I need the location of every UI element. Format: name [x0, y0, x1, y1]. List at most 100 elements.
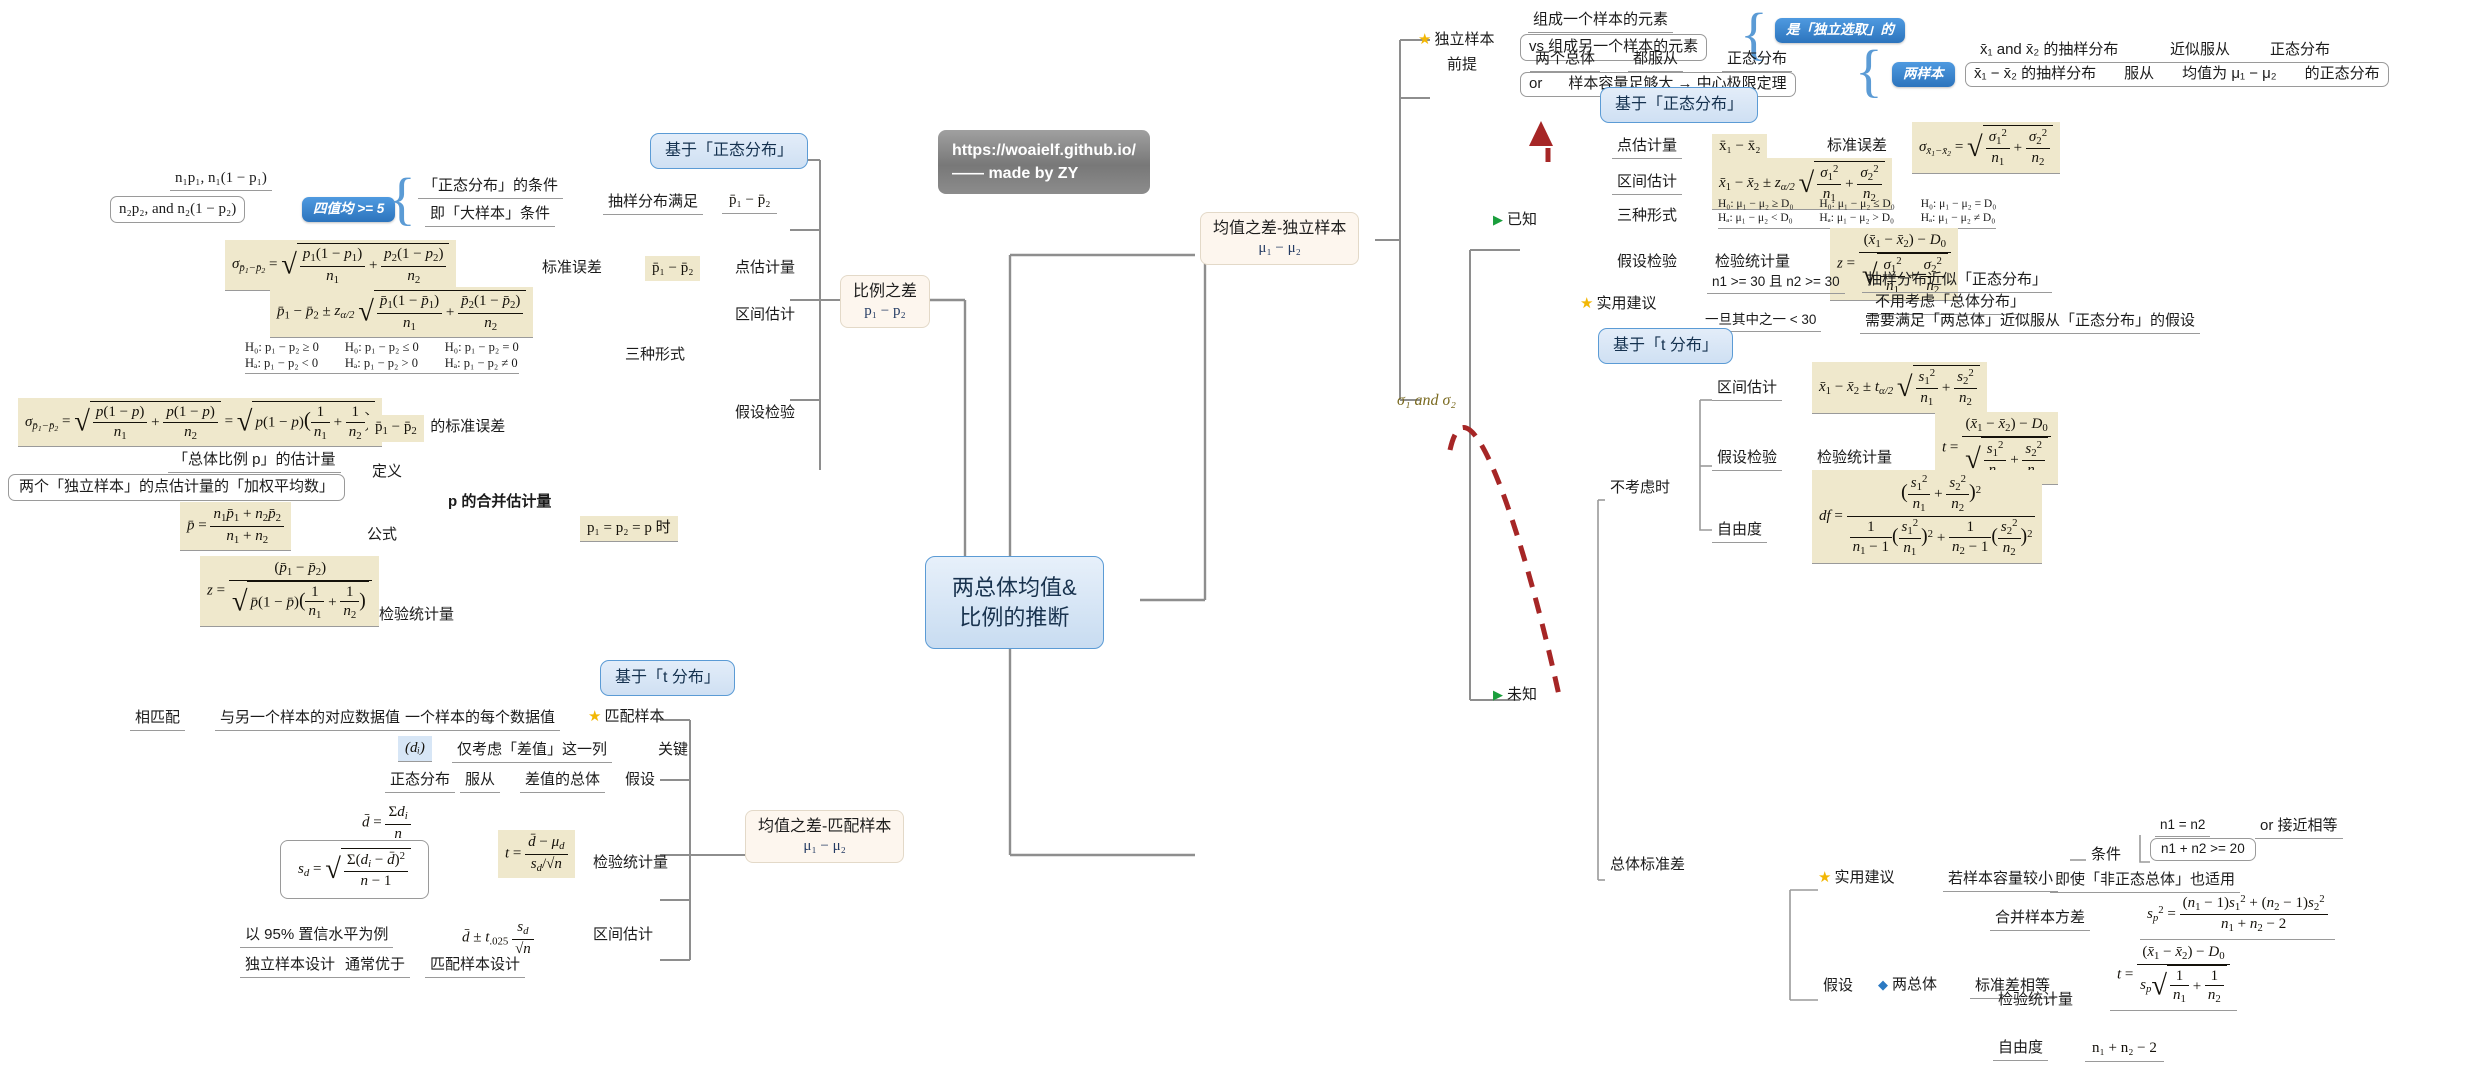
- prop-three-forms-label: 三种形式: [625, 346, 686, 363]
- prop-pooled-se-label: 的标准误差: [430, 418, 506, 435]
- advice-top-title: ★ 实用建议: [1580, 295, 1657, 312]
- unknown-interval-label: 区间估计: [1712, 378, 1783, 401]
- advice-bottom-cond-a: n1 = n2: [2155, 816, 2211, 837]
- prop-pooled-estimator-of: 「总体比例 p」的估计量: [168, 450, 341, 473]
- topic-normal-distribution-right[interactable]: 基于「正态分布」: [1600, 87, 1759, 123]
- independent-elem-a: 组成一个样本的元素: [1528, 10, 1674, 33]
- prop-ci-formula-wrap: p̄1 − p̄2 ± zα/2 √ p̄1(1 − p̄1) n1 + p̄2(…: [270, 287, 534, 338]
- hub-independent-sub: μ₁ − μ₂: [1258, 240, 1301, 256]
- advice-bottom-title: ★ 实用建议: [1818, 869, 1895, 886]
- unknown-not-considered: 不考虑时: [1610, 479, 1671, 496]
- hub-proportion-title: 比例之差: [853, 283, 918, 300]
- independent-title: ★ 独立样本: [1418, 31, 1495, 48]
- unknown-pooled-sd-label: 总体标准差: [1610, 856, 1686, 873]
- known-hypothesis-2: H₀: μ₁ − μ₂ ≤ D₀ Hₐ: μ₁ − μ₂ > D₀: [1819, 198, 1895, 225]
- hub-matched[interactable]: 均值之差-匹配样本 μ₁ − μ₂: [745, 810, 905, 863]
- premise-row-a3: 正态分布: [1722, 49, 1793, 72]
- premise-dist-b2: 服从: [2124, 65, 2155, 82]
- known-se-label: 标准误差: [1822, 136, 1893, 159]
- known-test-stat-label: 检验统计量: [1715, 253, 1791, 270]
- prop-se-formula-wrap: σp̄1−p̄2 = √ p1(1 − p1) n1 + p2(1 − p2) n2: [225, 240, 457, 291]
- matched-pair-c: 一个样本的每个数据值: [400, 708, 561, 731]
- unknown-two-pop: ◆ 两总体: [1878, 976, 1938, 993]
- prop-pbar-wrap: p̄ = n1p̄1 + n2p̄2 n1 + n2: [180, 502, 292, 551]
- prop-point-est-label: 点估计量: [735, 259, 796, 276]
- matched-key: 关键: [658, 741, 689, 758]
- root-node[interactable]: 两总体均值& 比例的推断: [925, 556, 1104, 650]
- prop-pooled-se-formula: σp̄1−p̄2 = √ p(1 − p) n1 + p(1 − p) n2 = √…: [18, 398, 382, 447]
- brace-icon-1: {: [388, 166, 416, 231]
- matched-ci-example: 以 95% 置信水平为例: [240, 925, 394, 948]
- advice-top-cond: n1 >= 30 且 n2 >= 30: [1707, 273, 1845, 294]
- known-point-est-label: 点估计量: [1612, 136, 1683, 159]
- root-title-line1: 两总体均值&: [952, 575, 1077, 600]
- prop-sampling-target: p̄₁ − p̄₂: [729, 192, 771, 208]
- topic-t-distribution-left[interactable]: 基于「t 分布」: [600, 660, 735, 696]
- known-se-formula: σx̄1−x̄2 = √ σ12 n1 + σ22 n2: [1912, 122, 2061, 173]
- premise-row-a2: 都服从: [1628, 49, 1684, 72]
- prop-condition-normal: 「正态分布」的条件: [418, 176, 564, 199]
- prop-hypothesis-2: H₀: p₁ − p₂ ≤ 0 Hₐ: p₁ − p₂ > 0: [344, 340, 419, 370]
- mindmap-canvas: 两总体均值& 比例的推断 https://woaielf.github.io/ …: [0, 0, 2476, 1070]
- hub-matched-sub: μ₁ − μ₂: [803, 838, 846, 854]
- prop-interval-label: 区间估计: [735, 306, 796, 323]
- prop-when-equal: p₁ = p₂ = p 时: [580, 516, 678, 541]
- matched-pair-a: 相匹配: [130, 708, 186, 731]
- prop-pooled-title: p 的合并估计量: [448, 493, 552, 510]
- premise-dist-b1: x̄₁ − x̄₂ 的抽样分布: [1974, 65, 2097, 82]
- prop-test-stat-label: 检验统计量: [379, 606, 455, 623]
- known-hypotheses-group: H₀: μ₁ − μ₂ ≥ D₀ Hₐ: μ₁ − μ₂ < D₀ H₀: μ₁ …: [1718, 197, 1997, 229]
- unknown-df-label2: 自由度: [1993, 1038, 2049, 1061]
- unknown-pooled-var-label: 合并样本方差: [1990, 908, 2091, 931]
- unknown-df-value: n₁ + n₂ − 2: [2092, 1040, 2157, 1056]
- prop-condition-values-1: n₁p₁, n₁(1 − p₁): [170, 168, 272, 191]
- watermark-author: —— made by ZY: [952, 165, 1079, 183]
- root-title-line2: 比例的推断: [959, 604, 1070, 630]
- unknown-test-stat-label2: 检验统计量: [1998, 991, 2074, 1008]
- known-three-forms-label: 三种形式: [1617, 207, 1678, 224]
- hub-independent[interactable]: 均值之差-独立样本 μ₁ − μ₂: [1200, 212, 1360, 265]
- premise-dist-b3: 均值为 μ₁ − μ₂: [2182, 65, 2277, 82]
- matched-design-b: 匹配样本设计: [425, 955, 526, 978]
- prop-pooled-formula-label: 公式: [367, 526, 398, 543]
- unknown-pooled-t-formula: t = (x̄1 − x̄2) − D0 sp√ 1 n1 + 1 n2: [2110, 940, 2237, 1010]
- watermark-badge: https://woaielf.github.io/ —— made by ZY: [938, 130, 1150, 195]
- prop-pooled-se-target: p̄1 − p̄2: [368, 415, 424, 442]
- matched-design-mid: 通常优于: [340, 955, 411, 978]
- known-hypothesis-label: 假设检验: [1617, 253, 1678, 270]
- prop-sampling-satisfies: 抽样分布满足: [603, 192, 704, 215]
- known-hypothesis-3: H₀: μ₁ − μ₂ = D₀ Hₐ: μ₁ − μ₂ ≠ D₀: [1920, 198, 1997, 225]
- matched-di: (dᵢ): [398, 736, 432, 761]
- prop-pooled-def-label: 定义: [372, 463, 403, 480]
- prop-hypotheses-group: H₀: p₁ − p₂ ≥ 0 Hₐ: p₁ − p₂ < 0 H₀: p₁ − …: [245, 340, 519, 375]
- prop-z-formula: z = (p̄1 − p̄2) √ p̄(1 − p̄)(1 n1 + 1 n2): [200, 556, 379, 626]
- matched-pair-b: 与另一个样本的对应数据值: [215, 708, 406, 731]
- sigma-branch-label: σ₁ and σ₂: [1397, 392, 1456, 409]
- advice-top-res-c: 需要满足「两总体」近似服从「正态分布」的假设: [1860, 311, 2201, 334]
- premise-dist-b4: 的正态分布: [2304, 65, 2380, 82]
- premise-dist-a1: x̄₁ and x̄₂ 的抽样分布: [1975, 40, 2124, 63]
- advice-bottom-cond-b: n1 + n2 >= 20: [2150, 838, 2256, 861]
- known-interval-label: 区间估计: [1612, 172, 1683, 195]
- prop-se-label: 标准误差: [542, 259, 603, 276]
- prop-pbar-formula: p̄ = n1p̄1 + n2p̄2 n1 + n2: [180, 502, 292, 550]
- topic-normal-distribution-left[interactable]: 基于「正态分布」: [650, 133, 809, 169]
- star-icon-advice-bottom: ★: [1818, 869, 1832, 886]
- prop-hypothesis-label: 假设检验: [735, 404, 796, 421]
- prop-hypothesis-1: H₀: p₁ − p₂ ≥ 0 Hₐ: p₁ − p₂ < 0: [245, 340, 319, 370]
- diamond-icon-two-pop: ◆: [1878, 977, 1888, 992]
- matched-design-a: 独立样本设计: [240, 955, 341, 978]
- watermark-url: https://woaielf.github.io/: [952, 142, 1136, 159]
- premise-dist-a2: 近似服从: [2165, 40, 2236, 63]
- hub-proportion[interactable]: 比例之差 p₁ − p₂: [840, 275, 931, 328]
- premise-row-b1: or: [1529, 75, 1543, 92]
- premise-dist-a3: 正态分布: [2265, 40, 2336, 63]
- topic-t-distribution-right[interactable]: 基于「t 分布」: [1598, 328, 1733, 364]
- prop-condition-large: 即「大样本」条件: [425, 204, 556, 227]
- prop-condition-values-2: n₂p₂, and n₂(1 − p₂): [110, 196, 246, 223]
- matched-t-formula: t = d̄ − μd sd/√n: [498, 830, 575, 878]
- star-icon-matched: ★: [588, 708, 602, 725]
- hub-matched-title: 均值之差-匹配样本: [758, 818, 892, 835]
- pill-four-values: 四值均 >= 5: [302, 197, 396, 222]
- known-point-est: x̄₁ − x̄₂: [1712, 134, 1768, 159]
